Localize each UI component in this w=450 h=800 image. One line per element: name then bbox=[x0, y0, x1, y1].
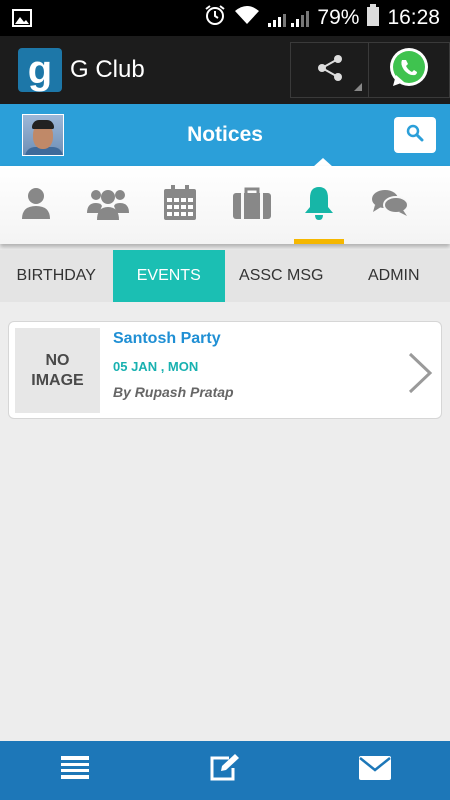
image-icon bbox=[12, 9, 32, 32]
app-logo: g bbox=[18, 48, 62, 92]
battery-percent: 79% bbox=[317, 6, 360, 29]
avatar[interactable] bbox=[22, 114, 64, 156]
share-icon bbox=[315, 53, 345, 88]
search-button[interactable] bbox=[394, 117, 436, 153]
alarm-icon bbox=[204, 4, 226, 32]
event-author: By Rupash Pratap bbox=[113, 384, 234, 400]
tab-business[interactable] bbox=[216, 166, 288, 244]
bottom-bar bbox=[0, 741, 450, 800]
share-button[interactable] bbox=[291, 43, 369, 97]
tab-members[interactable] bbox=[72, 166, 144, 244]
app-bar: g G Club bbox=[0, 36, 450, 104]
chevron-right-icon[interactable] bbox=[407, 352, 433, 399]
list-icon bbox=[61, 756, 89, 785]
group-icon bbox=[87, 186, 129, 225]
user-icon bbox=[20, 186, 52, 225]
list-button[interactable] bbox=[0, 741, 150, 800]
status-bar: 79% 16:28 bbox=[0, 0, 450, 36]
whatsapp-icon bbox=[387, 46, 431, 95]
event-title: Santosh Party bbox=[113, 330, 221, 347]
page-title: Notices bbox=[187, 123, 263, 146]
bell-icon bbox=[303, 185, 335, 226]
event-card[interactable]: NO IMAGE Santosh Party 05 JAN , MON By R… bbox=[8, 321, 442, 419]
notice-category-tabs: BIRTHDAY EVENTS ASSC MSG ADMIN bbox=[0, 250, 450, 302]
mail-icon bbox=[359, 756, 391, 785]
icon-tab-bar bbox=[0, 166, 450, 244]
whatsapp-button[interactable] bbox=[369, 43, 449, 97]
chat-icon bbox=[371, 188, 409, 223]
wifi-icon bbox=[234, 5, 260, 31]
search-icon bbox=[406, 124, 424, 147]
briefcase-icon bbox=[233, 187, 271, 224]
tab-assc-msg[interactable]: ASSC MSG bbox=[225, 250, 338, 302]
calendar-icon bbox=[163, 184, 197, 226]
event-image-placeholder: NO IMAGE bbox=[15, 328, 100, 413]
overflow-indicator bbox=[354, 83, 362, 91]
app-bar-actions bbox=[290, 42, 450, 98]
tab-profile[interactable] bbox=[0, 166, 72, 244]
tab-notices[interactable] bbox=[288, 166, 350, 244]
compose-button[interactable] bbox=[150, 741, 300, 800]
signal-icon bbox=[268, 9, 310, 27]
tab-events[interactable]: EVENTS bbox=[112, 250, 225, 302]
battery-icon bbox=[367, 4, 380, 32]
tab-birthday[interactable]: BIRTHDAY bbox=[0, 250, 113, 302]
clock: 16:28 bbox=[387, 6, 440, 29]
placeholder-line-2: IMAGE bbox=[31, 371, 84, 389]
notices-header: Notices bbox=[0, 104, 450, 166]
event-date: 05 JAN , MON bbox=[113, 359, 199, 374]
edit-icon bbox=[209, 754, 241, 787]
app-title: G Club bbox=[70, 56, 145, 83]
mail-button[interactable] bbox=[300, 741, 450, 800]
tab-calendar[interactable] bbox=[144, 166, 216, 244]
placeholder-line-1: NO bbox=[45, 351, 70, 369]
tab-admin[interactable]: ADMIN bbox=[338, 250, 450, 302]
tab-messages[interactable] bbox=[350, 166, 430, 244]
